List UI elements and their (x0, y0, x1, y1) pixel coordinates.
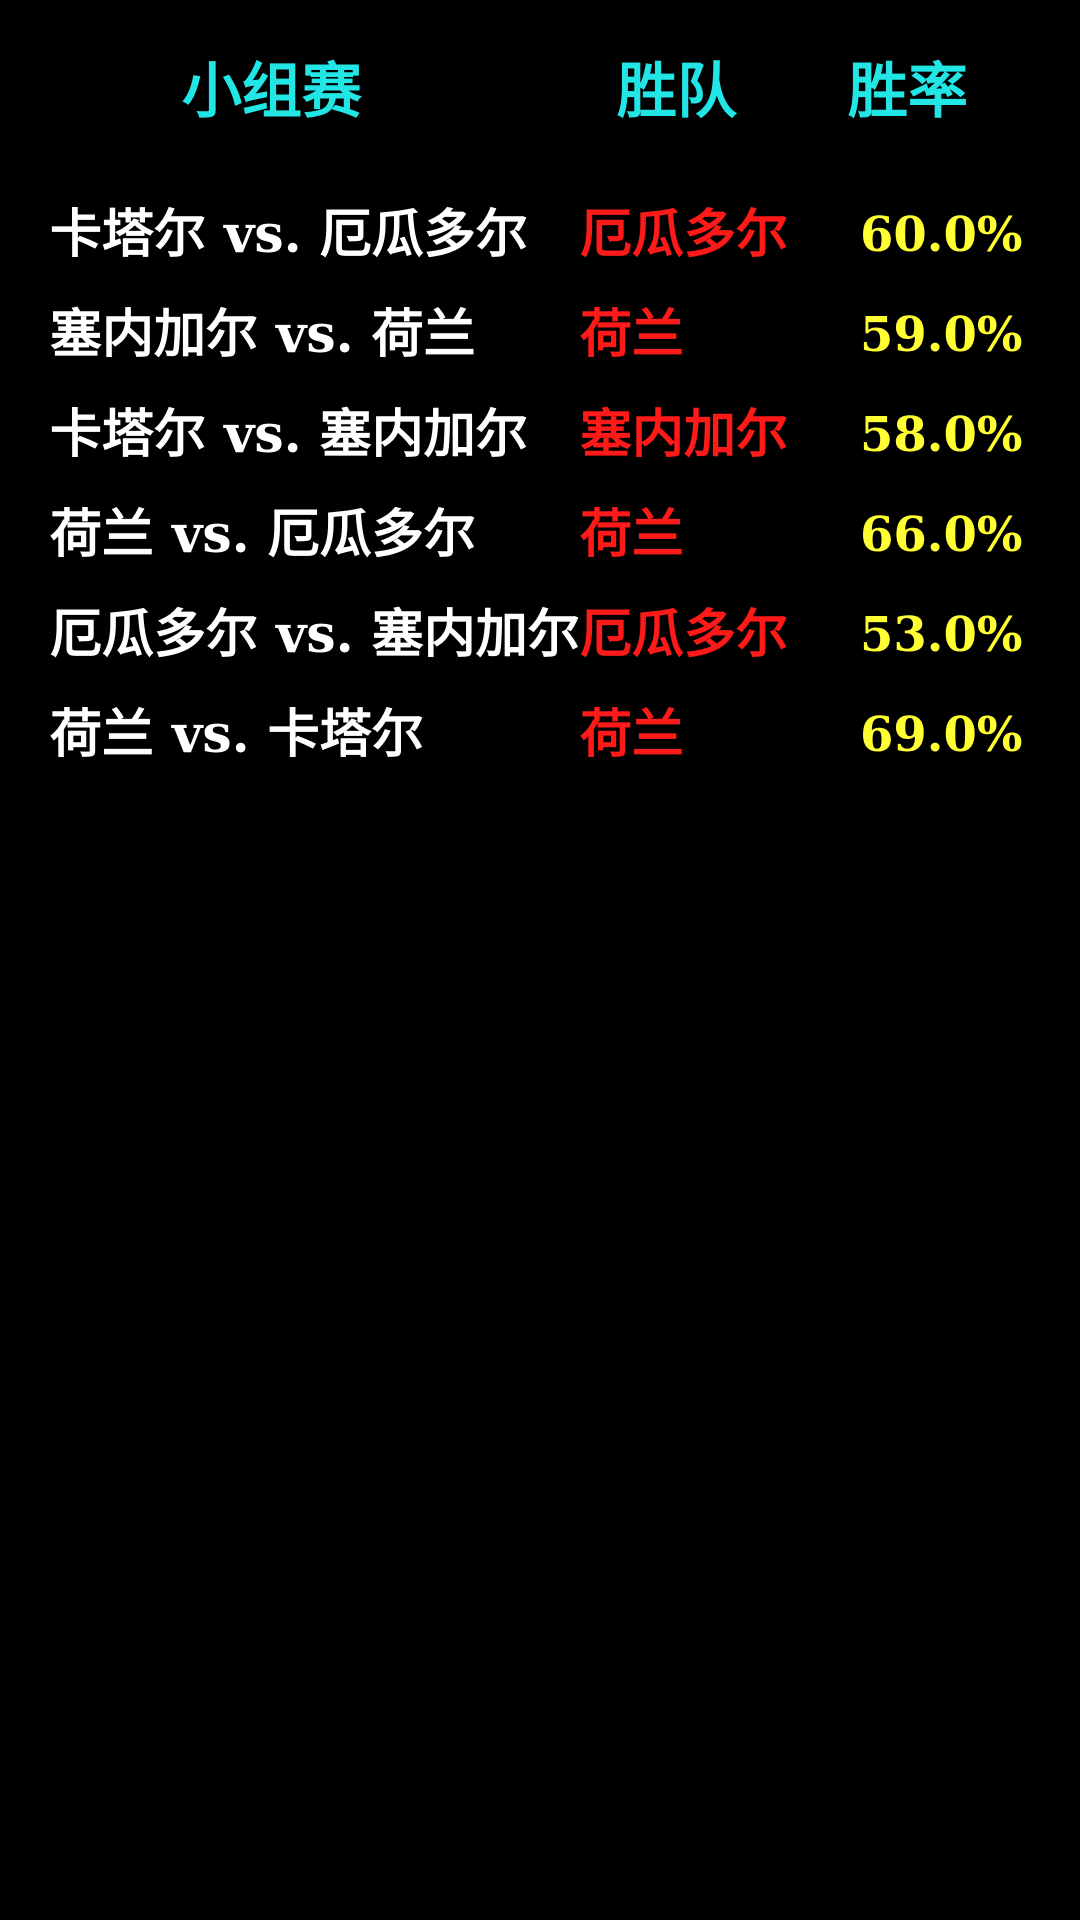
table-row: 荷兰 vs. 厄瓜多尔 荷兰 66.0% (0, 500, 1080, 600)
win-rate-cell: 58.0% (860, 407, 1023, 463)
table-row: 塞内加尔 vs. 荷兰 荷兰 59.0% (0, 300, 1080, 400)
winner-cell: 厄瓜多尔 (580, 604, 789, 665)
winner-cell: 厄瓜多尔 (580, 204, 789, 265)
table-row: 卡塔尔 vs. 塞内加尔 塞内加尔 58.0% (0, 400, 1080, 500)
match-cell: 荷兰 vs. 卡塔尔 (50, 704, 424, 765)
win-rate-cell: 53.0% (860, 607, 1023, 663)
column-header-match: 小组赛 (182, 57, 362, 127)
match-cell: 塞内加尔 vs. 荷兰 (50, 304, 476, 365)
win-rate-cell: 59.0% (860, 307, 1023, 363)
winner-cell: 荷兰 (580, 504, 685, 565)
table-row: 荷兰 vs. 卡塔尔 荷兰 69.0% (0, 700, 1080, 800)
table-row: 卡塔尔 vs. 厄瓜多尔 厄瓜多尔 60.0% (0, 200, 1080, 300)
winner-cell: 荷兰 (580, 304, 685, 365)
table-header: 小组赛 胜队 胜率 (0, 52, 1080, 132)
winner-cell: 塞内加尔 (580, 404, 789, 465)
results-table: 卡塔尔 vs. 厄瓜多尔 厄瓜多尔 60.0% 塞内加尔 vs. 荷兰 荷兰 5… (0, 200, 1080, 800)
match-cell: 厄瓜多尔 vs. 塞内加尔 (50, 604, 580, 665)
win-rate-cell: 69.0% (860, 707, 1023, 763)
match-cell: 卡塔尔 vs. 塞内加尔 (50, 404, 528, 465)
win-rate-cell: 66.0% (860, 507, 1023, 563)
column-header-win-rate: 胜率 (848, 57, 968, 127)
table-row: 厄瓜多尔 vs. 塞内加尔 厄瓜多尔 53.0% (0, 600, 1080, 700)
column-header-winner: 胜队 (617, 57, 737, 127)
winner-cell: 荷兰 (580, 704, 685, 765)
match-cell: 荷兰 vs. 厄瓜多尔 (50, 504, 476, 565)
match-cell: 卡塔尔 vs. 厄瓜多尔 (50, 204, 528, 265)
win-rate-cell: 60.0% (860, 207, 1023, 263)
